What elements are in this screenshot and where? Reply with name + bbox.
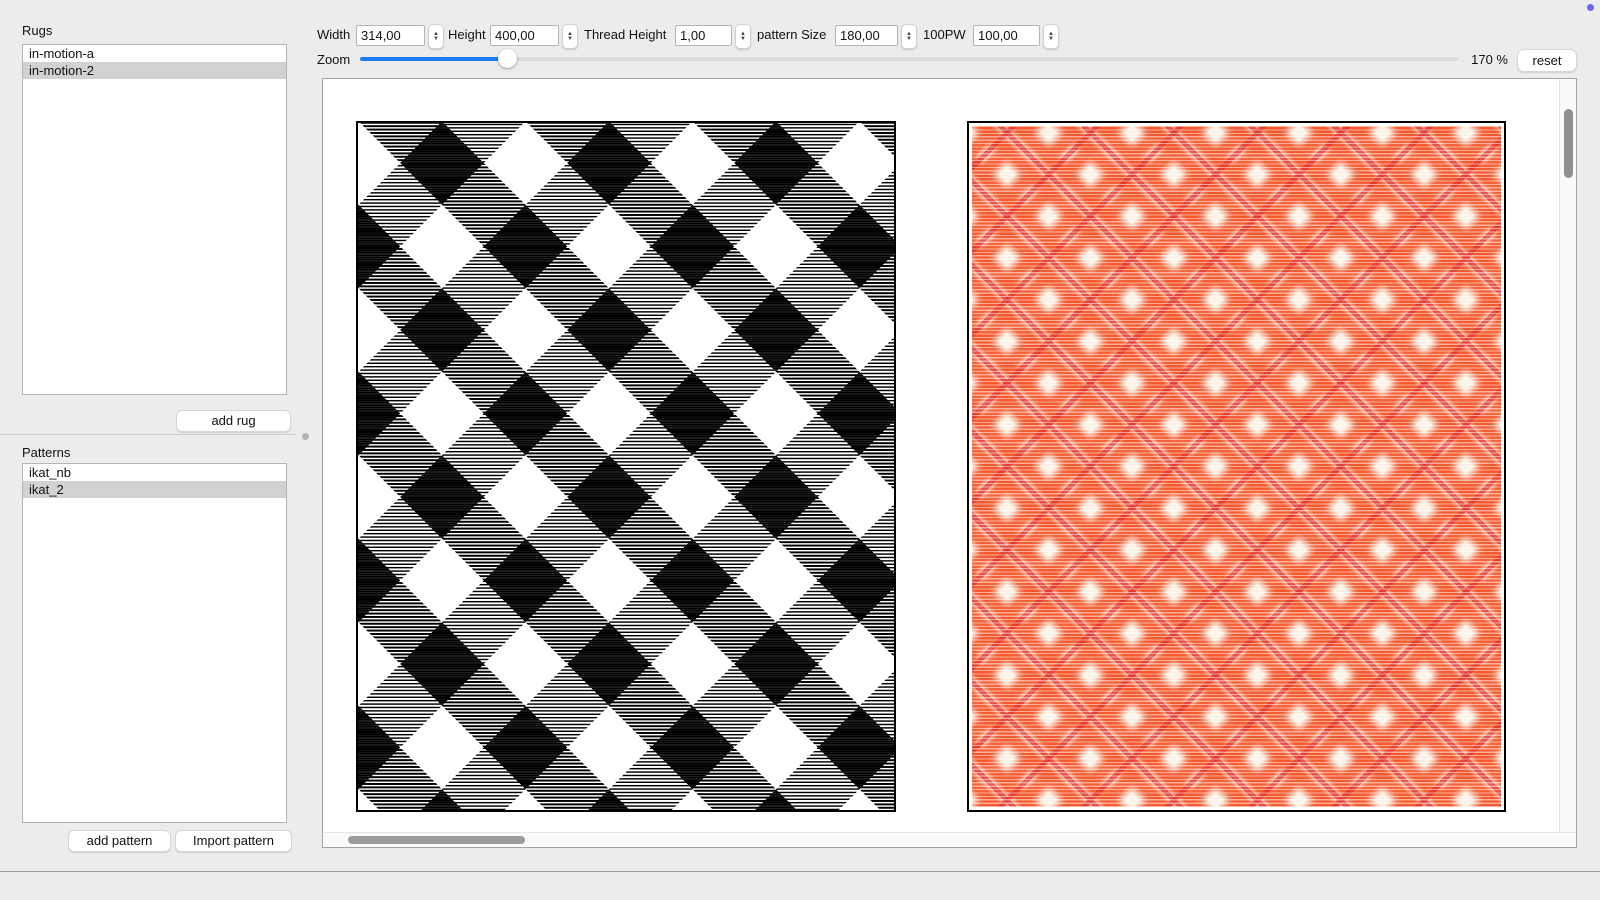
pw100-label: 100PW — [923, 25, 966, 45]
stepper-down-icon[interactable]: ▼ — [1048, 37, 1054, 42]
pw100-stepper[interactable]: ▲▼ — [1043, 24, 1059, 49]
pane-splitter-handle[interactable] — [302, 433, 309, 440]
stepper-down-icon[interactable]: ▼ — [433, 37, 439, 42]
rug-preview-ikat-orange[interactable] — [967, 121, 1506, 812]
horizontal-scrollbar-thumb[interactable] — [348, 836, 525, 844]
patterns-list-item[interactable]: ikat_nb — [23, 464, 286, 481]
rug-preview-black-white[interactable] — [356, 121, 896, 812]
width-stepper[interactable]: ▲▼ — [428, 24, 444, 49]
patterns-list[interactable]: ikat_nb ikat_2 — [22, 463, 287, 823]
rugs-list-item-selected[interactable]: in-motion-2 — [23, 62, 286, 79]
pattern-size-field[interactable] — [835, 25, 898, 46]
pattern-size-stepper[interactable]: ▲▼ — [901, 24, 917, 49]
window-bottom-divider — [0, 871, 1600, 872]
sidebar-separator — [0, 434, 296, 435]
height-stepper[interactable]: ▲▼ — [562, 24, 578, 49]
rug-pattern-black-white — [358, 123, 894, 810]
width-field[interactable] — [356, 25, 425, 46]
rug-pattern-ikat-orange — [972, 126, 1501, 807]
rugs-list[interactable]: in-motion-a in-motion-2 — [22, 44, 287, 395]
pattern-size-label: pattern Size — [757, 25, 826, 45]
vertical-scrollbar-thumb[interactable] — [1564, 109, 1573, 178]
rug-canvas[interactable] — [322, 78, 1577, 848]
zoom-slider[interactable] — [360, 57, 1458, 61]
thread-height-stepper[interactable]: ▲▼ — [735, 24, 751, 49]
thread-height-label: Thread Height — [584, 25, 666, 45]
rugs-section-title: Rugs — [22, 21, 52, 41]
vertical-scrollbar-track[interactable] — [1559, 79, 1576, 847]
recording-indicator-dot — [1587, 4, 1594, 11]
patterns-section-title: Patterns — [22, 443, 70, 463]
patterns-list-item-selected[interactable]: ikat_2 — [23, 481, 286, 498]
zoom-reset-button[interactable]: reset — [1517, 49, 1577, 72]
rugs-list-item[interactable]: in-motion-a — [23, 45, 286, 62]
add-rug-button[interactable]: add rug — [176, 410, 291, 432]
zoom-percent: 170 % — [1462, 50, 1508, 70]
zoom-slider-thumb[interactable] — [498, 49, 517, 68]
add-pattern-button[interactable]: add pattern — [68, 830, 171, 852]
thread-height-field[interactable] — [675, 25, 732, 46]
stepper-down-icon[interactable]: ▼ — [906, 37, 912, 42]
height-label: Height — [448, 25, 486, 45]
zoom-label: Zoom — [317, 50, 350, 70]
height-field[interactable] — [490, 25, 559, 46]
zoom-slider-fill — [360, 57, 507, 61]
stepper-down-icon[interactable]: ▼ — [567, 37, 573, 42]
width-label: Width — [317, 25, 350, 45]
pw100-field[interactable] — [973, 25, 1040, 46]
stepper-down-icon[interactable]: ▼ — [740, 37, 746, 42]
import-pattern-button[interactable]: Import pattern — [175, 830, 292, 852]
horizontal-scrollbar-track[interactable] — [323, 832, 1576, 847]
